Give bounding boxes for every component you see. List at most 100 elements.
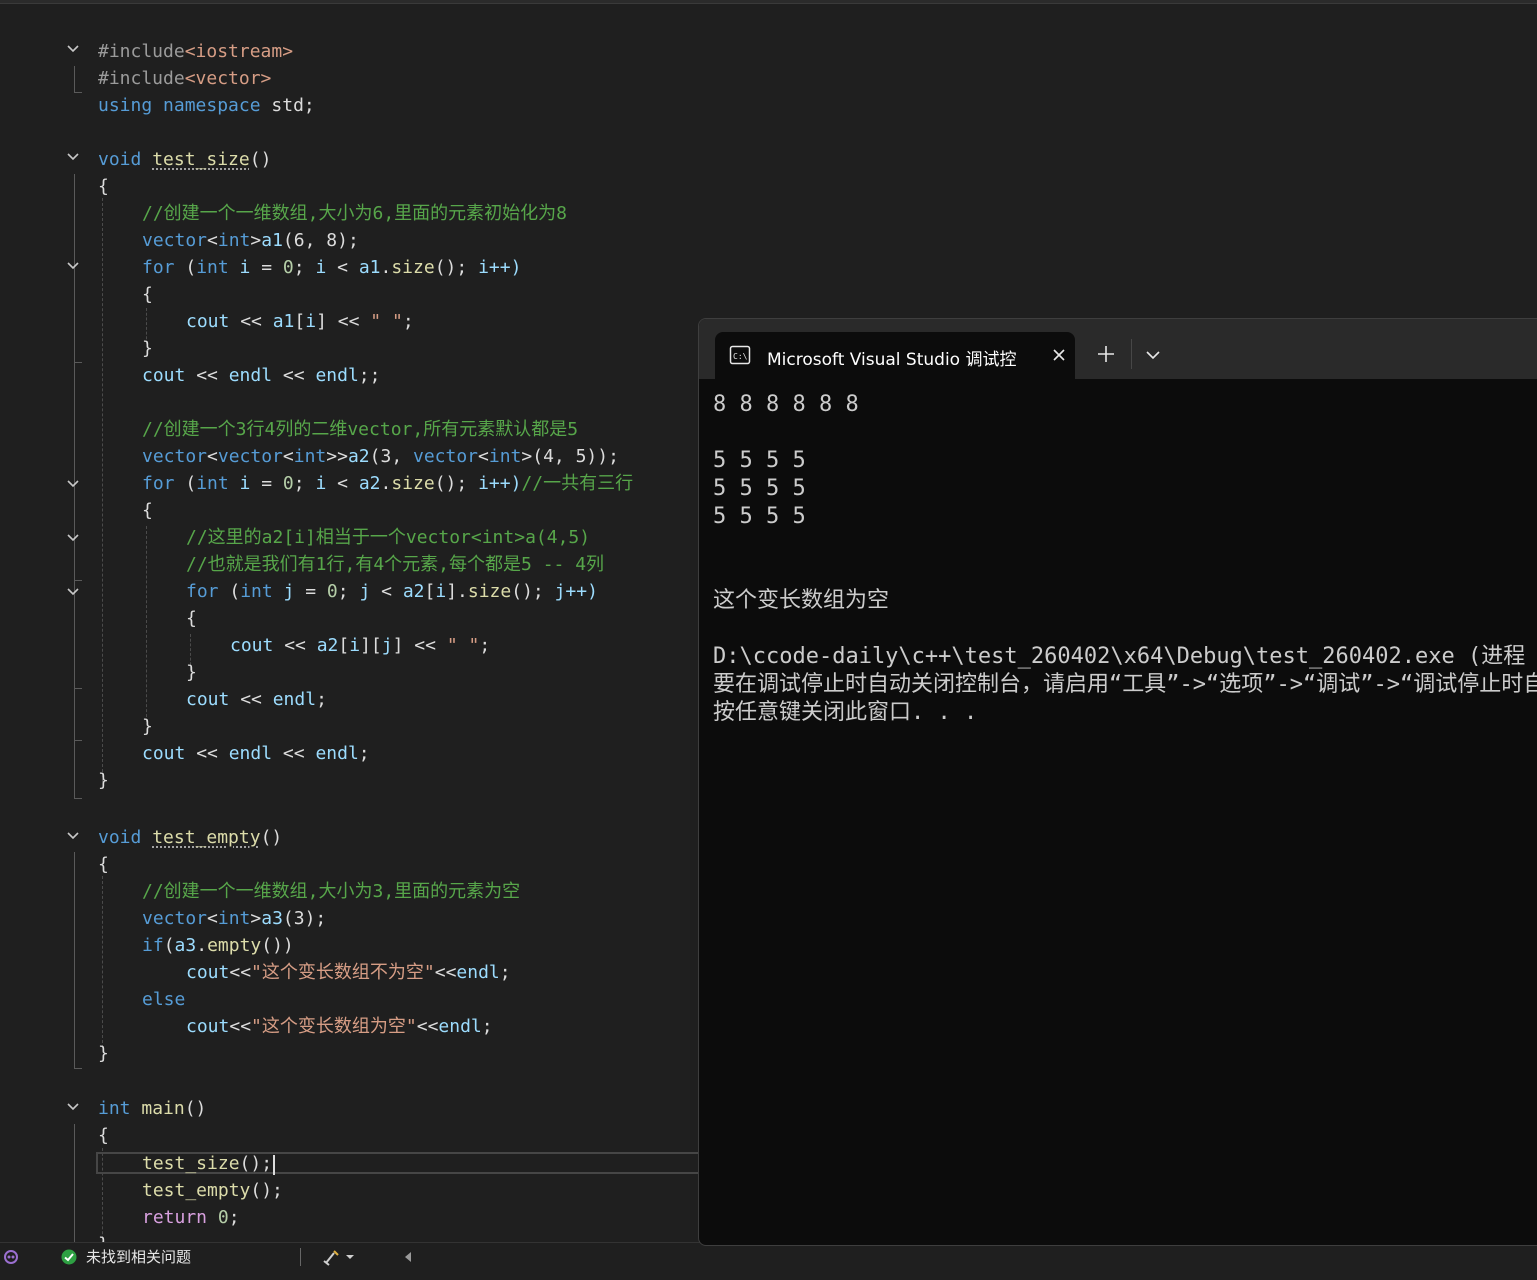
code-line[interactable]: cout << a2[i][j] << " "; bbox=[230, 632, 490, 659]
code-line[interactable]: //创建一个一维数组,大小为3,里面的元素为空 bbox=[142, 878, 520, 905]
variable: cout bbox=[230, 635, 274, 656]
code-text: ( bbox=[174, 473, 197, 494]
issues-indicator[interactable]: 未找到相关问题 bbox=[60, 1243, 191, 1271]
code-line[interactable]: { bbox=[142, 497, 153, 524]
code-line[interactable]: cout << endl << endl;; bbox=[142, 362, 380, 389]
code-line[interactable]: void test_size() bbox=[98, 146, 271, 173]
code-line[interactable]: //这里的a2[i]相当于一个vector<int>a(4,5) bbox=[186, 524, 590, 551]
fold-guide-end bbox=[74, 580, 82, 581]
code-line[interactable]: //创建一个一维数组,大小为6,里面的元素初始化为8 bbox=[142, 200, 567, 227]
variable: i++) bbox=[478, 257, 522, 278]
variable: i bbox=[228, 257, 251, 278]
code-line[interactable]: } bbox=[142, 713, 153, 740]
code-line[interactable]: { bbox=[186, 605, 197, 632]
code-text: [ bbox=[294, 311, 306, 332]
fold-chevron-icon[interactable] bbox=[64, 150, 82, 168]
code-line[interactable]: } bbox=[142, 335, 153, 362]
code-line[interactable]: #include<vector> bbox=[98, 65, 271, 92]
code-line[interactable]: cout<<"这个变长数组不为空"<<endl; bbox=[186, 959, 511, 986]
code-line[interactable]: vector<vector<int>>a2(3, vector<int>(4, … bbox=[142, 443, 619, 470]
function-name: test_empty bbox=[152, 827, 261, 848]
code-text: < bbox=[207, 446, 218, 467]
code-text: < bbox=[282, 446, 294, 467]
fold-chevron-icon[interactable] bbox=[64, 259, 82, 277]
code-line[interactable]: { bbox=[98, 173, 109, 200]
code-line[interactable]: test_empty(); bbox=[142, 1177, 283, 1204]
code-line[interactable]: //创建一个3行4列的二维vector,所有元素默认都是5 bbox=[142, 416, 578, 443]
code-text: ; bbox=[293, 257, 316, 278]
tab-debug-console[interactable]: C:\ Microsoft Visual Studio 调试控制台 bbox=[715, 332, 1075, 379]
code-text: < bbox=[207, 230, 218, 251]
code-line[interactable]: } bbox=[98, 1040, 109, 1067]
close-icon[interactable] bbox=[1049, 345, 1069, 365]
fold-guide bbox=[74, 66, 75, 92]
fold-chevron-icon[interactable] bbox=[64, 42, 82, 60]
code-line[interactable]: { bbox=[98, 1122, 109, 1149]
code-line[interactable]: test_size(); bbox=[142, 1150, 272, 1177]
fold-chevron-icon[interactable] bbox=[64, 829, 82, 847]
status-bar: 未找到相关问题 bbox=[0, 1242, 700, 1270]
fold-chevron-icon[interactable] bbox=[64, 1100, 82, 1118]
keyword: else bbox=[142, 989, 186, 1010]
code-line[interactable]: } bbox=[186, 659, 197, 686]
code-line[interactable]: cout << a1[i] << " "; bbox=[186, 308, 414, 335]
code-line[interactable]: { bbox=[98, 851, 109, 878]
code-text: ; bbox=[479, 635, 491, 656]
variable: endl bbox=[228, 743, 273, 764]
console-icon: C:\ bbox=[729, 345, 751, 365]
variable: a3 bbox=[174, 935, 197, 956]
code-line[interactable]: cout << endl << endl; bbox=[142, 740, 370, 767]
code-editor[interactable]: #include<iostream> #include<vector> usin… bbox=[0, 4, 700, 1242]
code-cleanup-button[interactable] bbox=[322, 1243, 356, 1271]
code-text: << bbox=[185, 743, 229, 764]
code-line[interactable]: } bbox=[98, 767, 109, 794]
include-header: <vector> bbox=[184, 68, 272, 89]
code-line[interactable]: void test_empty() bbox=[98, 824, 282, 851]
indent-guide bbox=[102, 876, 103, 1048]
copilot-icon[interactable] bbox=[2, 1243, 20, 1271]
code-line[interactable]: } bbox=[98, 1231, 109, 1242]
preprocessor-directive: #include bbox=[98, 41, 185, 62]
code-text: < bbox=[370, 581, 403, 602]
code-line[interactable]: else bbox=[142, 986, 185, 1013]
code-line[interactable]: for (int i = 0; i < a1.size(); i++) bbox=[142, 254, 521, 281]
fold-chevron-icon[interactable] bbox=[64, 585, 82, 603]
code-text: () bbox=[260, 827, 283, 848]
fold-chevron-icon[interactable] bbox=[64, 531, 82, 549]
code-line[interactable]: if(a3.empty()) bbox=[142, 932, 294, 959]
string-literal: " " bbox=[370, 311, 403, 332]
code-text: << bbox=[434, 962, 457, 983]
code-line[interactable]: return 0; bbox=[142, 1204, 240, 1231]
status-divider bbox=[300, 1248, 301, 1266]
debug-console-window[interactable]: C:\ Microsoft Visual Studio 调试控制台 8 8 8 … bbox=[698, 318, 1537, 1246]
code-line[interactable]: #include<iostream> bbox=[98, 38, 293, 65]
code-line[interactable]: cout << endl; bbox=[186, 686, 327, 713]
variable: cout bbox=[186, 1016, 230, 1037]
function-name: test_empty bbox=[142, 1180, 251, 1201]
console-line: 5 5 5 5 bbox=[713, 504, 806, 529]
scroll-left-icon[interactable] bbox=[402, 1243, 414, 1271]
chevron-down-icon bbox=[346, 1254, 354, 1259]
code-line[interactable]: for (int i = 0; i < a2.size(); i++)//一共有… bbox=[142, 470, 633, 497]
code-text: ( bbox=[218, 581, 241, 602]
code-line[interactable]: for (int j = 0; j < a2[i].size(); j++) bbox=[186, 578, 598, 605]
chevron-down-icon[interactable] bbox=[1143, 345, 1163, 365]
code-text: ; bbox=[358, 743, 370, 764]
code-text: << bbox=[229, 689, 273, 710]
variable: a2 bbox=[358, 473, 381, 494]
code-line[interactable]: vector<int>a3(3); bbox=[142, 905, 326, 932]
console-line: 这个变长数组为空 bbox=[713, 588, 890, 613]
code-line[interactable]: { bbox=[142, 281, 153, 308]
code-line[interactable]: int main() bbox=[98, 1095, 206, 1122]
keyword: namespace bbox=[163, 95, 261, 116]
plus-icon[interactable] bbox=[1095, 343, 1117, 365]
code-line[interactable]: cout<<"这个变长数组为空"<<endl; bbox=[186, 1013, 493, 1040]
function-name: size bbox=[391, 473, 435, 494]
fold-chevron-icon[interactable] bbox=[64, 477, 82, 495]
variable: endl bbox=[228, 365, 273, 386]
code-line[interactable]: using namespace std; bbox=[98, 92, 315, 119]
code-text: < bbox=[478, 446, 489, 467]
code-text: ; bbox=[337, 581, 360, 602]
code-line[interactable]: //也就是我们有1行,有4个元素,每个都是5 -- 4列 bbox=[186, 551, 604, 578]
code-line[interactable]: vector<int>a1(6, 8); bbox=[142, 227, 359, 254]
